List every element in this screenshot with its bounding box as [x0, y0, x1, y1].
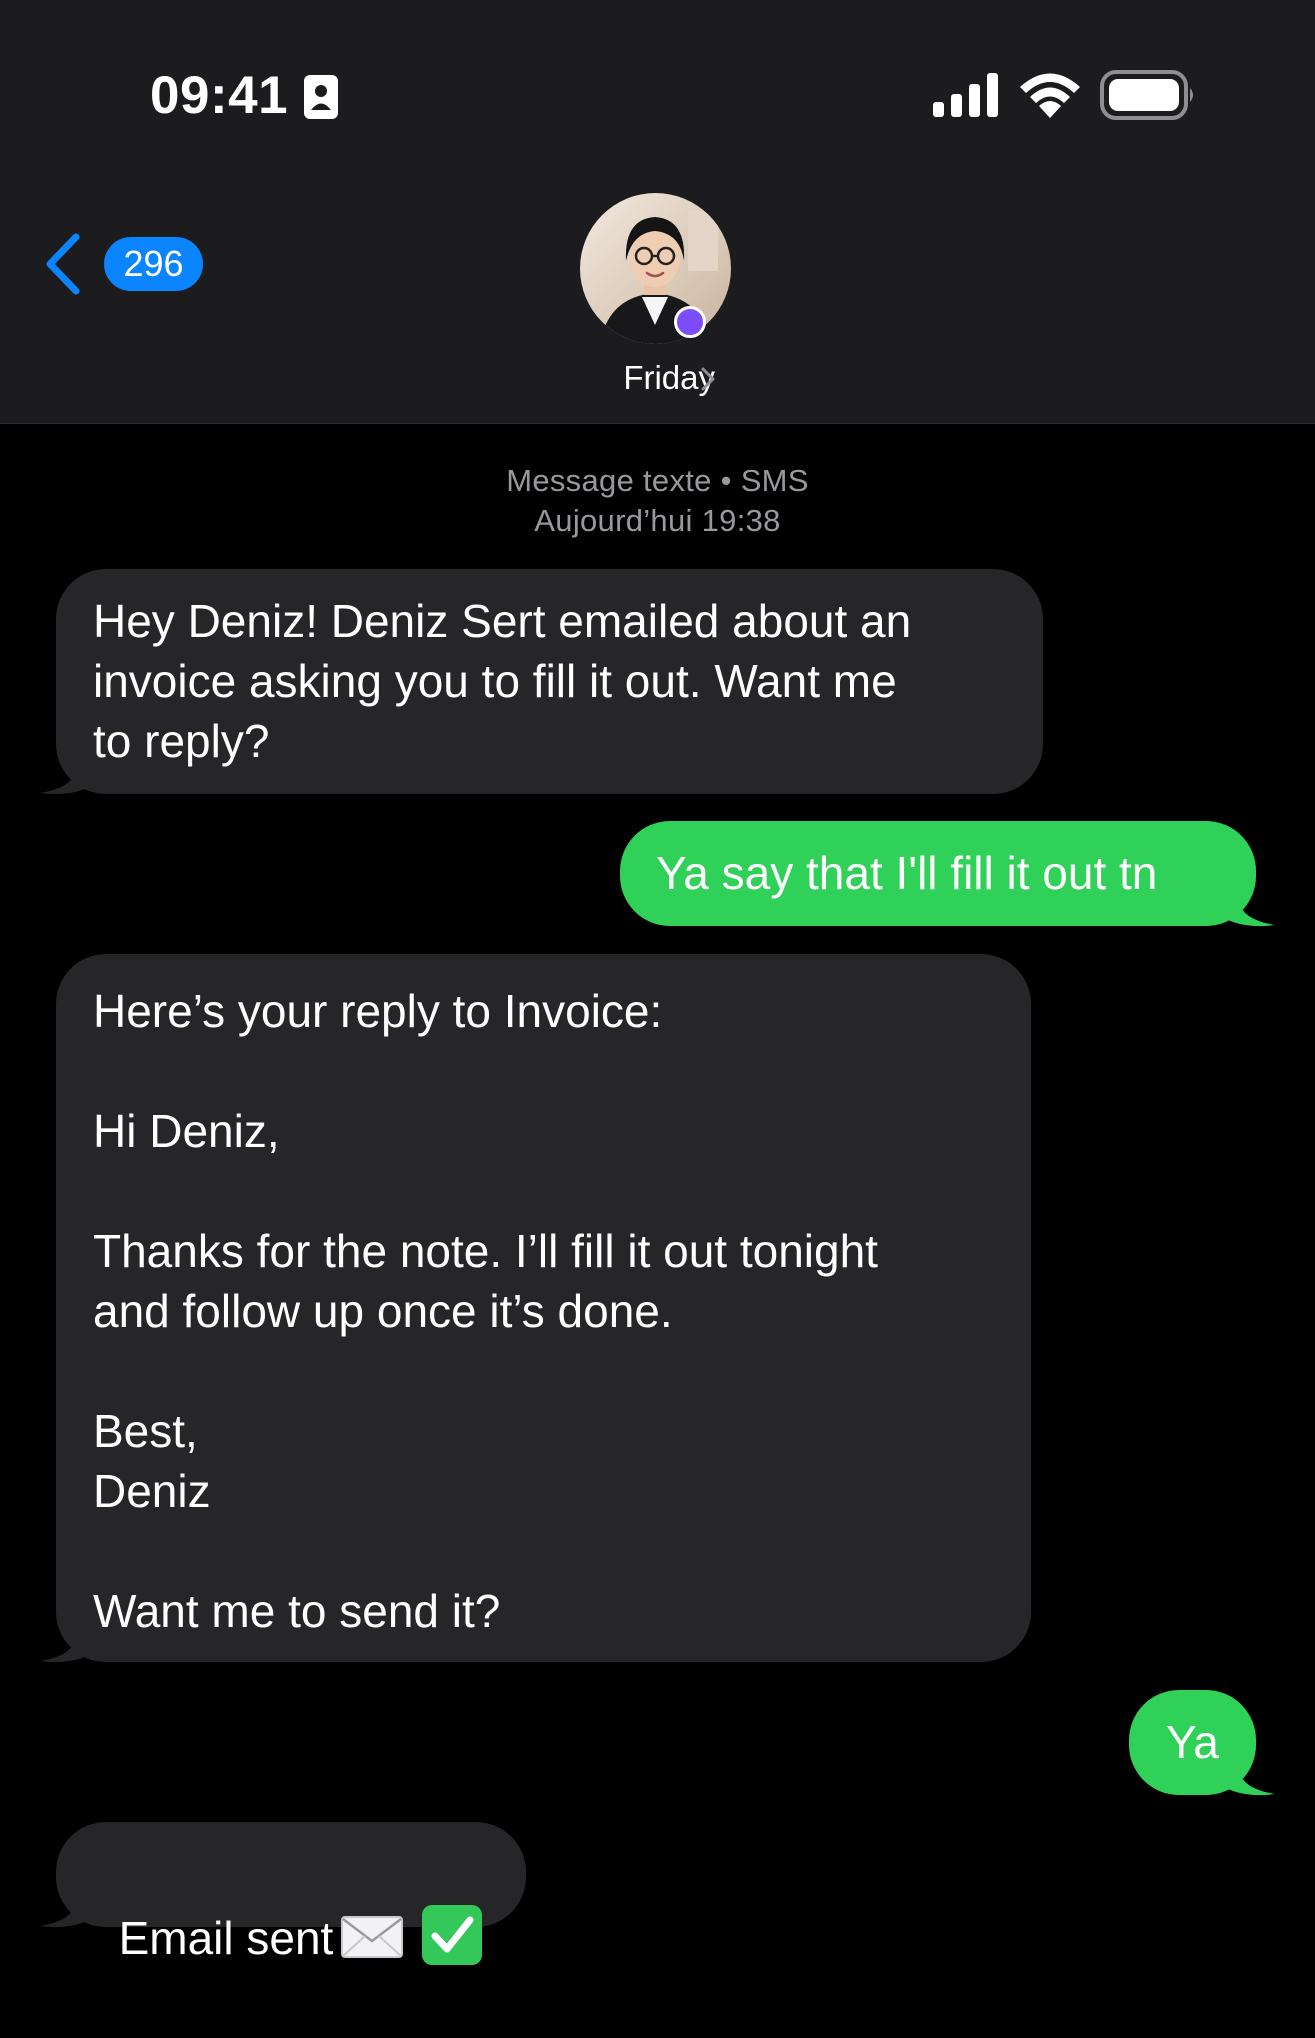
unread-count-badge[interactable]: 296 — [104, 237, 203, 291]
message-bubble-incoming[interactable]: Email sent — [56, 1822, 526, 1965]
back-chevron-icon[interactable] — [42, 231, 86, 297]
thread-meta: Message texte • SMS Aujourd’hui 19:38 — [0, 461, 1315, 541]
message-bubble-outgoing[interactable]: Ya — [1129, 1690, 1256, 1795]
signal-icon — [933, 73, 998, 117]
service-line: Message texte • SMS — [506, 463, 809, 498]
message-bubble-incoming[interactable]: Here’s your reply to Invoice: Hi Deniz, … — [56, 954, 1031, 1662]
status-time: 09:41 — [150, 66, 289, 125]
id-card-icon — [304, 75, 338, 119]
timestamp-line: Aujourd’hui 19:38 — [534, 503, 781, 538]
chevron-right-icon[interactable] — [700, 366, 716, 392]
wifi-icon — [1020, 73, 1080, 118]
message-bubble-incoming[interactable]: Hey Deniz! Deniz Sert emailed about an i… — [56, 569, 1043, 794]
check-mark-icon — [422, 1905, 483, 1965]
battery-icon — [1100, 70, 1193, 120]
avatar-badge-icon — [674, 306, 706, 338]
message-bubble-outgoing[interactable]: Ya say that I'll fill it out tn — [620, 821, 1256, 926]
contact-avatar[interactable] — [580, 193, 731, 344]
envelope-icon — [341, 1916, 404, 1958]
contact-name[interactable]: Friday — [560, 358, 715, 398]
conversation-header: 09:41 296 Friday — [0, 0, 1315, 424]
message-text: Email sent — [118, 1912, 334, 1964]
